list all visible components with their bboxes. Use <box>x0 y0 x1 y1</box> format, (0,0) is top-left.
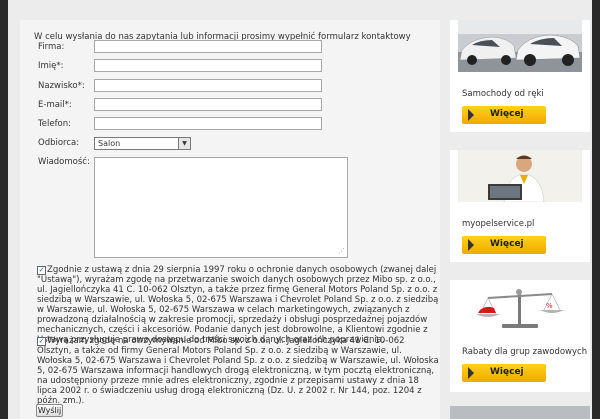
chevron-right-icon <box>468 239 474 251</box>
odbiorca-selected-value: Salon <box>98 139 121 148</box>
more-button-1[interactable]: Więcej <box>462 106 546 124</box>
chevron-right-icon <box>468 367 474 379</box>
consent2-text: Wyrażam zgodę na otrzymywanie od Mibo sp… <box>37 336 439 406</box>
odbiorca-select[interactable]: Salon ▼ <box>94 137 191 150</box>
label-nazwisko: Nazwisko*: <box>38 81 85 91</box>
label-odbiorca: Odbiorca: <box>38 138 80 148</box>
promo-caption-2: myopelservice.pl <box>462 219 535 229</box>
promo-card-3[interactable]: % Rabaty dla grup zawodowych Więcej <box>450 280 590 392</box>
wiadomosc-textarea[interactable]: ⋰ <box>94 157 348 258</box>
promo-caption-1: Samochody od ręki <box>462 89 544 99</box>
more-button-label-1: Więcej <box>490 109 524 119</box>
more-button-2[interactable]: Więcej <box>462 236 546 254</box>
promo-image-service-advisor[interactable] <box>458 150 582 202</box>
label-imie: Imię*: <box>38 61 64 71</box>
label-wiadomosc: Wiadomość: <box>38 157 90 167</box>
label-telefon: Telefon: <box>38 119 72 129</box>
email-field[interactable] <box>94 98 322 111</box>
firma-field[interactable] <box>94 40 322 53</box>
svg-text:%: % <box>546 302 553 310</box>
promo-card-4[interactable] <box>450 406 590 419</box>
telefon-field[interactable] <box>94 117 322 130</box>
contact-form: W celu wysłania do nas zapytania lub inf… <box>20 20 440 419</box>
more-button-label-3: Więcej <box>490 367 524 377</box>
more-button-3[interactable]: Więcej <box>462 364 546 382</box>
imie-field[interactable] <box>94 59 322 72</box>
label-firma: Firma: <box>38 42 65 52</box>
resize-grip-icon[interactable]: ⋰ <box>338 247 345 255</box>
promo-caption-3: Rabaty dla grup zawodowych <box>462 347 588 357</box>
promo-card-2[interactable]: myopelservice.pl Więcej <box>450 150 590 262</box>
chevron-right-icon <box>468 109 474 121</box>
promo-image-car-showroom[interactable] <box>458 20 582 72</box>
more-button-label-2: Więcej <box>490 239 524 249</box>
consent1-text: Zgodnie z ustawą z dnia 29 sierpnia 1997… <box>37 265 439 345</box>
nazwisko-field[interactable] <box>94 79 322 92</box>
chevron-down-icon[interactable]: ▼ <box>178 138 190 149</box>
promo-image-scale-with-car[interactable]: % <box>458 280 582 336</box>
page: W celu wysłania do nas zapytania lub inf… <box>8 0 592 419</box>
promo-card-1[interactable]: Samochody od ręki Więcej <box>450 20 590 132</box>
submit-button[interactable]: Wyślij <box>36 404 63 417</box>
label-email: E-mail*: <box>38 100 72 110</box>
